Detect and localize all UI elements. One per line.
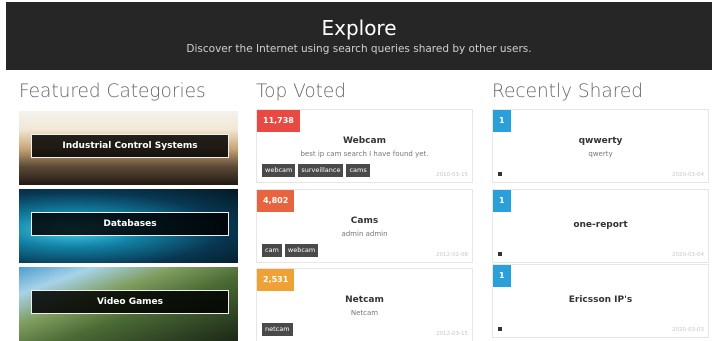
query-date: 2020-03-03 — [672, 327, 704, 333]
tag-list: netcam — [262, 323, 293, 336]
category-industrial-control-systems[interactable]: Industrial Control Systems — [19, 111, 238, 185]
query-title[interactable]: one-report — [493, 220, 708, 230]
query-card-top-2[interactable]: 4,802 Cams admin admin cam webcam 2012-0… — [256, 189, 473, 263]
category-label: Industrial Control Systems — [31, 134, 229, 158]
vote-count-badge: 4,802 — [257, 190, 295, 212]
query-description: qwerty — [588, 150, 613, 158]
query-description: Netcam — [350, 309, 379, 317]
query-description: admin admin — [341, 230, 388, 238]
tag-list: cam webcam — [262, 244, 319, 257]
query-date: 2010-03-15 — [436, 172, 468, 178]
tag[interactable]: webcam — [284, 244, 319, 257]
tag-marker — [498, 252, 502, 256]
query-date: 2020-03-04 — [672, 172, 704, 178]
featured-categories-heading: Featured Categories — [19, 81, 206, 102]
vote-count-badge: 1 — [493, 265, 511, 287]
tag[interactable]: cams — [346, 164, 370, 177]
query-card-recent-1[interactable]: 1 qwwerty qwerty 2020-03-04 — [492, 109, 709, 183]
vote-count-badge: 1 — [493, 190, 511, 212]
category-video-games[interactable]: Video Games — [19, 267, 238, 341]
query-date: 2012-03-15 — [436, 331, 468, 337]
query-title[interactable]: Webcam — [257, 136, 472, 146]
vote-count-badge: 1 — [493, 110, 511, 132]
query-description: best ip cam search I have found yet. — [300, 150, 429, 158]
tag[interactable]: cam — [262, 244, 282, 257]
query-date: 2012-02-06 — [436, 252, 468, 258]
category-databases[interactable]: Databases — [19, 189, 238, 263]
page-subtitle: Discover the Internet using search queri… — [186, 43, 532, 55]
vote-count-badge: 11,738 — [257, 110, 300, 132]
top-voted-column: Top Voted — [256, 74, 346, 110]
featured-categories-column: Featured Categories — [19, 74, 206, 110]
tag[interactable]: netcam — [262, 323, 293, 336]
category-label: Video Games — [31, 290, 229, 314]
query-title[interactable]: Netcam — [257, 295, 472, 305]
recently-shared-heading: Recently Shared — [492, 81, 644, 102]
query-title[interactable]: Ericsson IP's — [493, 295, 708, 305]
query-card-top-3[interactable]: 2,531 Netcam Netcam netcam 2012-03-15 — [256, 268, 473, 341]
explore-header: Explore Discover the Internet using sear… — [6, 2, 712, 70]
top-voted-heading: Top Voted — [256, 81, 347, 102]
category-label: Databases — [31, 212, 229, 236]
query-card-top-1[interactable]: 11,738 Webcam best ip cam search I have … — [256, 109, 473, 183]
query-card-recent-3[interactable]: 1 Ericsson IP's 2020-03-03 — [492, 264, 709, 338]
tag-marker — [498, 172, 502, 176]
tag-list: webcam surveillance cams — [262, 164, 370, 177]
tag[interactable]: webcam — [262, 164, 296, 177]
tag[interactable]: surveillance — [298, 164, 344, 177]
recently-shared-column: Recently Shared — [492, 74, 643, 110]
tag-marker — [498, 327, 502, 331]
page-title: Explore — [321, 16, 397, 40]
query-title[interactable]: qwwerty — [493, 136, 708, 146]
vote-count-badge: 2,531 — [257, 269, 295, 291]
query-date: 2020-03-04 — [672, 252, 704, 258]
query-title[interactable]: Cams — [257, 216, 472, 226]
query-card-recent-2[interactable]: 1 one-report 2020-03-04 — [492, 189, 709, 263]
